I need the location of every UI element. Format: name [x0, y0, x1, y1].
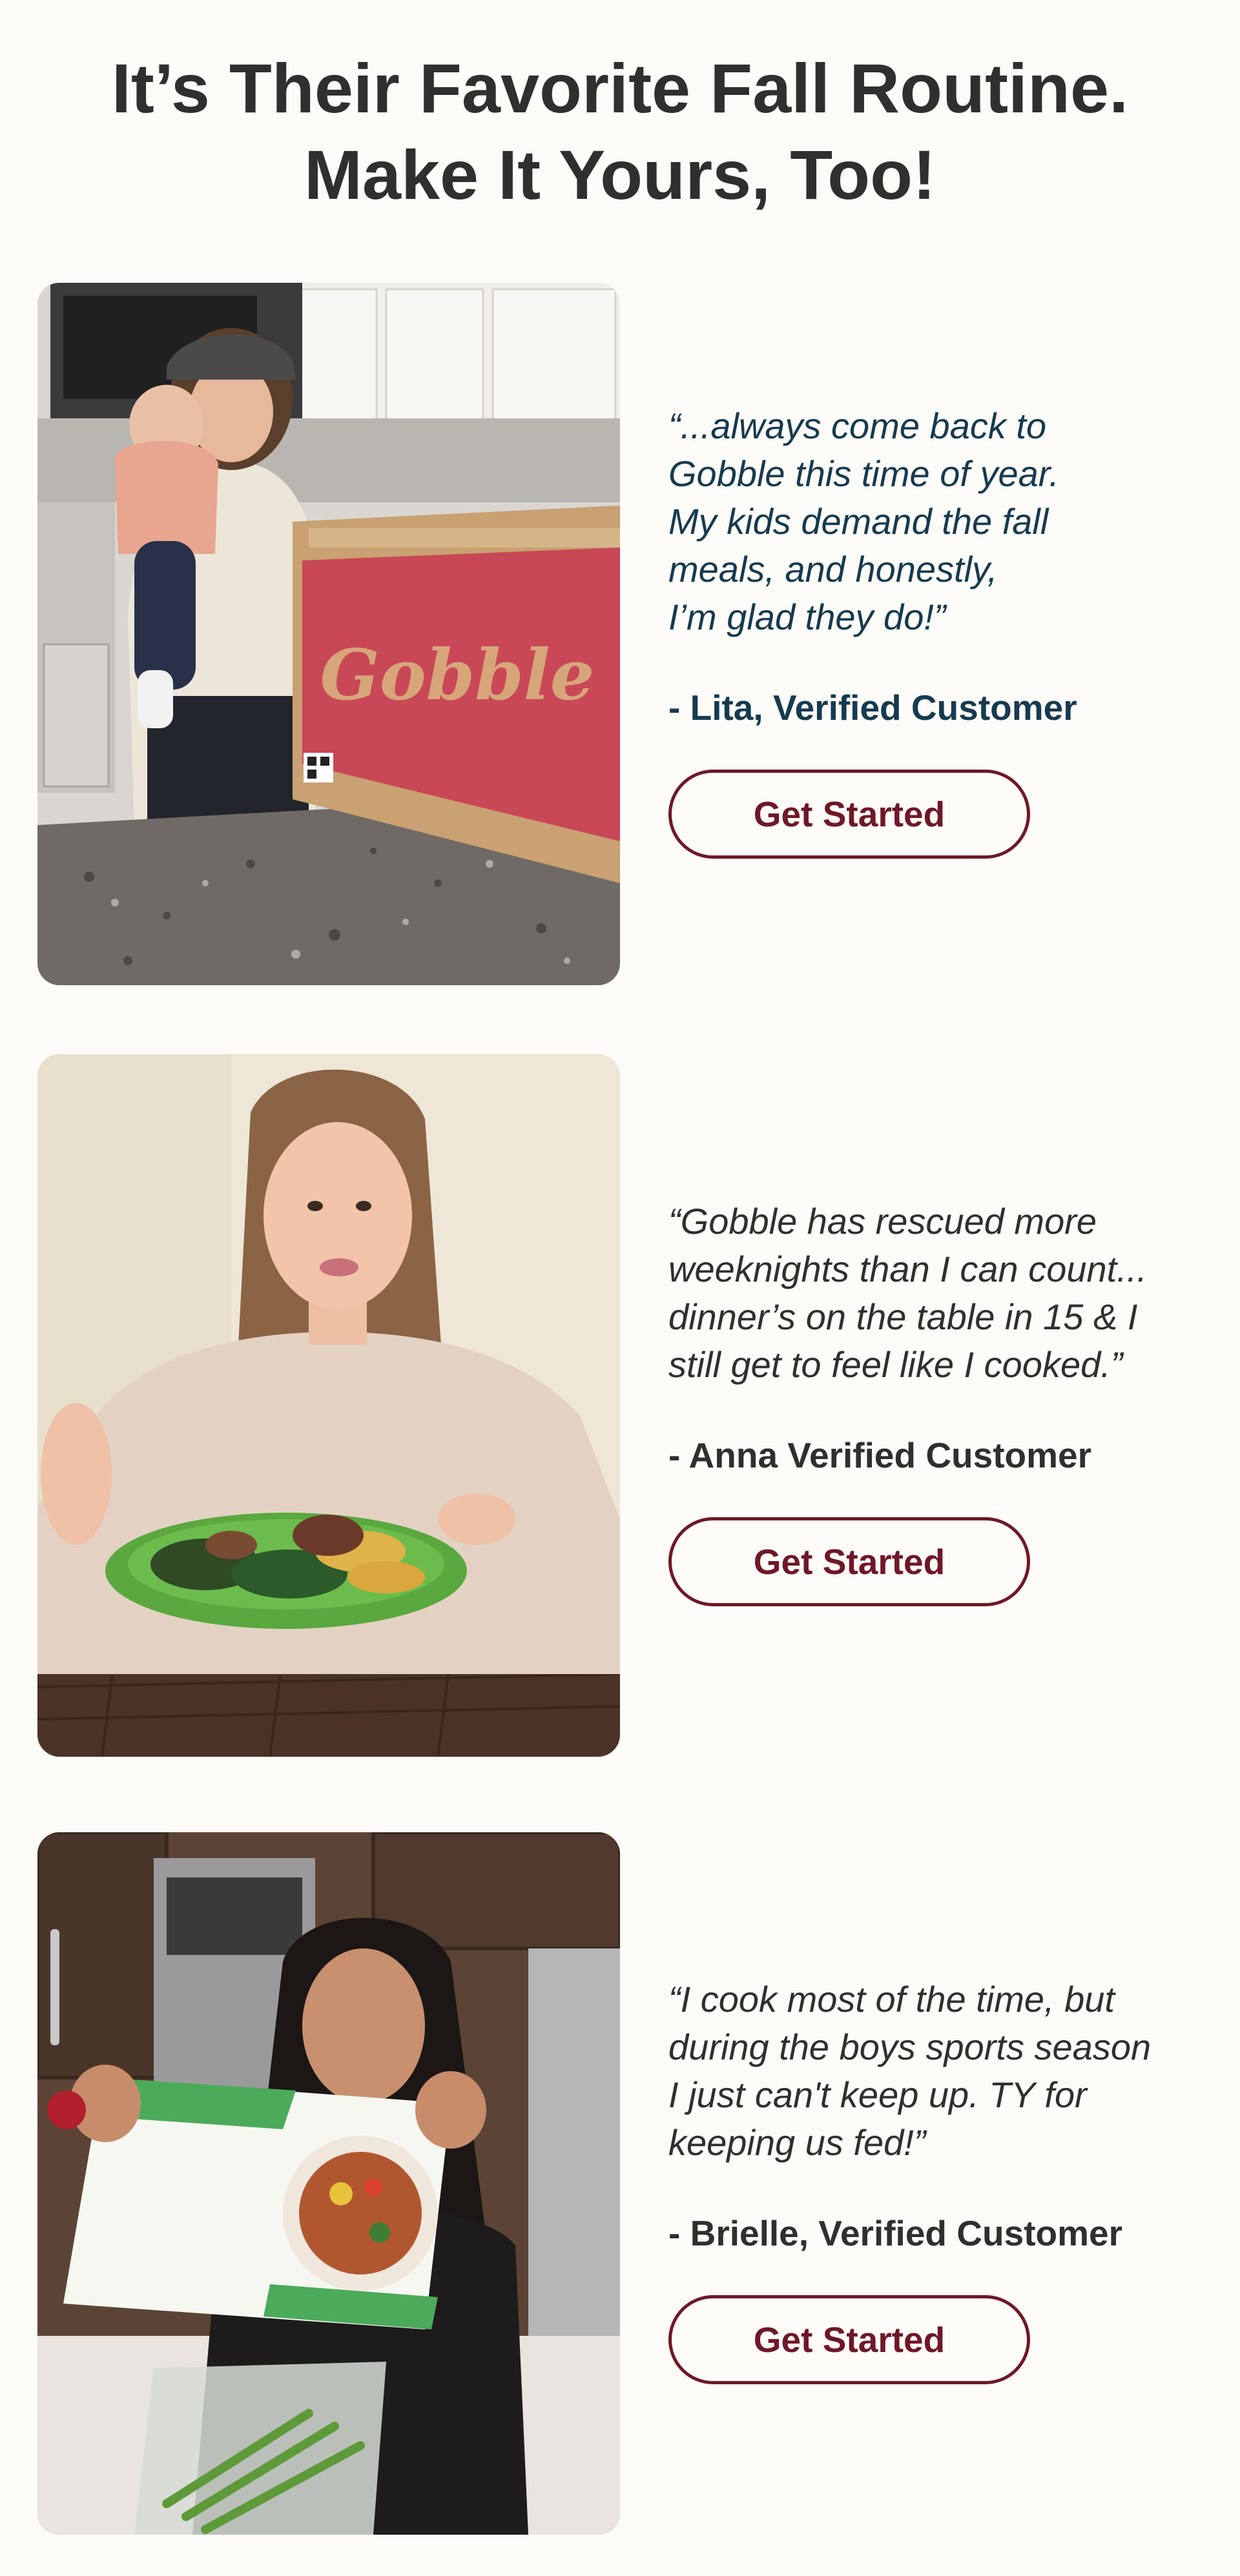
quote-line: Gobble this time of year.: [668, 453, 1059, 494]
quote-line: “...always come back to: [668, 405, 1047, 446]
quote-line: keeping us fed!”: [668, 2122, 926, 2163]
testimonial-copy: “I cook most of the time, but during the…: [668, 1976, 1198, 2384]
testimonial-attribution: - Brielle, Verified Customer: [668, 2213, 1122, 2253]
quote-line: “Gobble has rescued more: [668, 1201, 1097, 1242]
quote-line: still get to feel like I cooked.”: [668, 1344, 1123, 1385]
headline-line-1: It’s Their Favorite Fall Routine.: [111, 49, 1129, 127]
testimonial-quote: “Gobble has rescued more weeknights than…: [668, 1198, 1198, 1389]
customer-photo-kitchen-delivery-box: Gobble: [37, 283, 620, 985]
get-started-button[interactable]: Get Started: [668, 770, 1030, 859]
customer-photo-recipe-card: [37, 1832, 620, 2535]
testimonial-quote: “...always come back to Gobble this time…: [668, 402, 1198, 641]
quote-line: dinner’s on the table in 15 & I: [668, 1296, 1138, 1337]
testimonial-attribution: - Lita, Verified Customer: [668, 688, 1077, 728]
quote-line: weeknights than I can count...: [668, 1249, 1147, 1289]
testimonial-copy: “...always come back to Gobble this time…: [668, 402, 1198, 859]
page-headline: It’s Their Favorite Fall Routine. Make I…: [0, 45, 1240, 218]
testimonial-card-anna: “Gobble has rescued more weeknights than…: [37, 1054, 1200, 1757]
headline-line-2: Make It Yours, Too!: [304, 136, 936, 214]
testimonial-card-lita: Gobble “...always come back to Gobble th…: [37, 283, 1200, 985]
quote-line: My kids demand the fall: [668, 501, 1049, 542]
quote-line: I just can't keep up. TY for: [668, 2074, 1087, 2115]
quote-line: during the boys sports season: [668, 2027, 1152, 2067]
gobble-box-logo: Gobble: [320, 635, 594, 716]
get-started-button[interactable]: Get Started: [668, 1517, 1030, 1606]
testimonial-quote: “I cook most of the time, but during the…: [668, 1976, 1198, 2167]
testimonial-attribution: - Anna Verified Customer: [668, 1435, 1092, 1475]
quote-line: I’m glad they do!”: [668, 597, 946, 637]
quote-line: “I cook most of the time, but: [668, 1979, 1115, 2019]
quote-line: meals, and honestly,: [668, 549, 998, 589]
get-started-button[interactable]: Get Started: [668, 2295, 1030, 2384]
customer-photo-holding-plate: [37, 1054, 620, 1757]
testimonials-page: It’s Their Favorite Fall Routine. Make I…: [0, 0, 1240, 2576]
testimonial-card-brielle: “I cook most of the time, but during the…: [37, 1832, 1200, 2535]
testimonial-copy: “Gobble has rescued more weeknights than…: [668, 1198, 1198, 1606]
